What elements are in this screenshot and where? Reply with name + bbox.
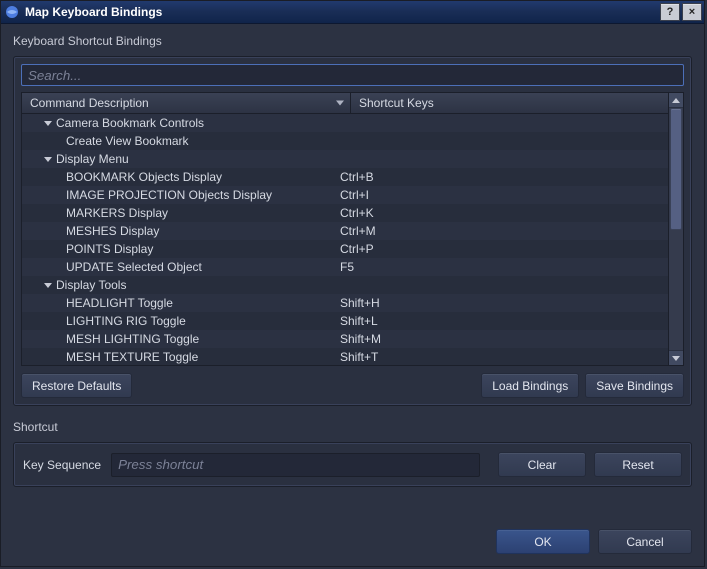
command-label: POINTS Display [66,242,153,256]
load-bindings-button[interactable]: Load Bindings [481,373,579,398]
command-label: UPDATE Selected Object [66,260,202,274]
shortcut-label: Shift+M [340,332,381,346]
command-label: MESH LIGHTING Toggle [66,332,199,346]
shortcut-label: Shift+L [340,314,378,328]
ok-button[interactable]: OK [496,529,590,554]
table-row[interactable]: BOOKMARK Objects Display Ctrl+B [22,168,668,186]
help-button[interactable]: ? [660,3,680,21]
command-label: MESH TEXTURE Toggle [66,350,198,364]
shortcut-label: Ctrl+B [340,170,374,184]
reset-button[interactable]: Reset [594,452,682,477]
command-label: IMAGE PROJECTION Objects Display [66,188,272,202]
table-row[interactable]: UPDATE Selected Object F5 [22,258,668,276]
shortcut-label: Shift+H [340,296,380,310]
command-label: Camera Bookmark Controls [56,116,204,130]
shortcut-label: F5 [340,260,354,274]
tree-header: Command Description Shortcut Keys [22,93,668,114]
app-icon [5,5,19,19]
search-input[interactable] [21,64,684,86]
expand-caret-icon[interactable] [44,283,52,288]
shortcut-label: Ctrl+K [340,206,374,220]
command-label: Display Menu [56,152,129,166]
clear-button[interactable]: Clear [498,452,586,477]
command-label: MARKERS Display [66,206,168,220]
table-row[interactable]: Display Menu [22,150,668,168]
key-sequence-label: Key Sequence [23,458,101,472]
table-row[interactable]: MARKERS Display Ctrl+K [22,204,668,222]
command-label: HEADLIGHT Toggle [66,296,173,310]
dialog-footer: OK Cancel [1,515,704,566]
bindings-buttons-row: Restore Defaults Load Bindings Save Bind… [21,373,684,398]
column-shortcut-label: Shortcut Keys [359,96,434,110]
shortcut-label: Ctrl+M [340,224,376,238]
table-row[interactable]: Display Tools [22,276,668,294]
expand-caret-icon[interactable] [44,157,52,162]
close-button[interactable]: × [682,3,702,21]
shortcut-label: Ctrl+I [340,188,369,202]
table-row[interactable]: LIGHTING RIG Toggle Shift+L [22,312,668,330]
window-title: Map Keyboard Bindings [25,5,658,19]
table-row[interactable]: MESH TEXTURE Toggle Shift+T [22,348,668,365]
shortcut-panel: Key Sequence Clear Reset [13,442,692,487]
dialog-body: Keyboard Shortcut Bindings Command Descr… [1,24,704,515]
column-command[interactable]: Command Description [22,93,351,113]
column-shortcut[interactable]: Shortcut Keys [351,93,668,113]
command-label: BOOKMARK Objects Display [66,170,222,184]
command-label: LIGHTING RIG Toggle [66,314,186,328]
table-row[interactable]: MESH LIGHTING Toggle Shift+M [22,330,668,348]
restore-defaults-button[interactable]: Restore Defaults [21,373,132,398]
vertical-scrollbar[interactable] [668,93,683,365]
bindings-panel: Command Description Shortcut Keys Camera… [13,56,692,406]
cancel-button[interactable]: Cancel [598,529,692,554]
table-row[interactable]: HEADLIGHT Toggle Shift+H [22,294,668,312]
table-row[interactable]: Create View Bookmark [22,132,668,150]
table-row[interactable]: MESHES Display Ctrl+M [22,222,668,240]
scroll-up-icon[interactable] [669,93,683,108]
dialog-window: Map Keyboard Bindings ? × Keyboard Short… [0,0,705,567]
table-row[interactable]: IMAGE PROJECTION Objects Display Ctrl+I [22,186,668,204]
table-row[interactable]: POINTS Display Ctrl+P [22,240,668,258]
save-bindings-button[interactable]: Save Bindings [585,373,684,398]
bindings-section-label: Keyboard Shortcut Bindings [13,34,692,48]
key-sequence-input[interactable] [111,453,480,477]
titlebar: Map Keyboard Bindings ? × [1,1,704,24]
column-command-label: Command Description [30,96,149,110]
shortcut-section-label: Shortcut [13,420,692,434]
bindings-tree: Command Description Shortcut Keys Camera… [21,92,684,366]
table-row[interactable]: Camera Bookmark Controls [22,114,668,132]
shortcut-label: Shift+T [340,350,378,364]
rows-host: Camera Bookmark Controls Create View Book… [22,114,668,365]
shortcut-label: Ctrl+P [340,242,374,256]
command-label: Display Tools [56,278,126,292]
command-label: MESHES Display [66,224,159,238]
scroll-thumb[interactable] [670,108,682,230]
scroll-down-icon[interactable] [669,350,683,365]
expand-caret-icon[interactable] [44,121,52,126]
command-label: Create View Bookmark [66,134,189,148]
sort-indicator-icon [336,101,344,106]
